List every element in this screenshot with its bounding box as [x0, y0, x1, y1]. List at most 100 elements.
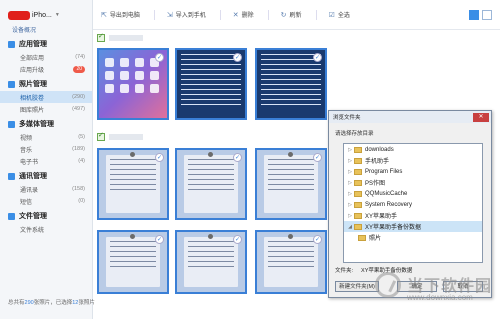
section-label: 通讯管理: [19, 173, 47, 180]
sidebar-item-music[interactable]: 音乐 (189): [0, 143, 92, 155]
refresh-icon: ↻: [280, 11, 287, 19]
photo-thumbnail[interactable]: ✓: [255, 230, 327, 294]
selected-check-icon[interactable]: ✓: [233, 235, 242, 244]
tree-item[interactable]: ▷ PS作图: [344, 177, 482, 188]
selected-check-icon[interactable]: ✓: [155, 153, 164, 162]
photo-icon: [8, 80, 15, 88]
group-checkbox[interactable]: [97, 32, 105, 42]
item-label: 音乐: [20, 147, 33, 154]
section-header-files[interactable]: 文件管理: [0, 209, 92, 223]
tree-item[interactable]: ▷ System Recovery: [344, 199, 482, 210]
device-name: iPho...: [32, 11, 52, 19]
photo-thumbnail[interactable]: ✓: [175, 48, 247, 120]
sidebar-item-file-system[interactable]: 文件系统: [0, 223, 92, 235]
dialog-titlebar[interactable]: 浏览文件夹 ✕: [329, 111, 491, 123]
status-text: 张照片: [78, 300, 95, 306]
expand-icon[interactable]: ▷: [346, 180, 354, 186]
folder-icon: [354, 157, 362, 164]
sidebar-item-sms[interactable]: 短信 (0): [0, 195, 92, 207]
sidebar-item-app-updates[interactable]: 应用升级 20: [0, 63, 92, 75]
apps-icon: [8, 40, 15, 48]
section-label: 照片管理: [19, 81, 47, 88]
expand-icon[interactable]: ▷: [346, 147, 354, 153]
expand-icon[interactable]: ▷: [346, 213, 354, 219]
sidebar-item-ebooks[interactable]: 电子书 (4): [0, 155, 92, 167]
item-label: 电子书: [20, 159, 39, 166]
item-label: 短信: [20, 199, 33, 206]
photo-thumbnail[interactable]: ✓: [255, 148, 327, 220]
refresh-button[interactable]: ↻ 刷新: [280, 10, 302, 20]
folder-icon: [354, 201, 362, 208]
item-count: (74): [75, 54, 85, 60]
folder-icon: [354, 179, 362, 186]
close-icon[interactable]: ✕: [473, 112, 489, 122]
photo-thumbnail[interactable]: ✓: [97, 230, 169, 294]
new-folder-button[interactable]: 新建文件夹(M): [335, 281, 379, 292]
section-apps: 应用管理 全部应用 (74) 应用升级 20: [0, 37, 92, 75]
photo-thumbnail[interactable]: ✓: [97, 148, 169, 220]
folder-label: 文件夹:: [335, 268, 354, 274]
section-media: 多媒体管理 视频 (5) 音乐 (189) 电子书 (4): [0, 117, 92, 167]
tree-item[interactable]: ▷ Program Files: [344, 166, 482, 177]
item-count: (5): [78, 134, 85, 140]
sidebar-item-photo-library[interactable]: 图库照片 (497): [0, 103, 92, 115]
folder-icon: [8, 212, 15, 220]
folder-icon: [354, 146, 362, 153]
tree-item[interactable]: ▷ XY苹果助手: [344, 210, 482, 221]
homescreen-apps: [105, 58, 161, 93]
selected-check-icon[interactable]: ✓: [155, 53, 164, 62]
sidebar-item-video[interactable]: 视频 (5): [0, 131, 92, 143]
list-view-button[interactable]: [482, 10, 492, 20]
group-date-placeholder: [109, 134, 143, 140]
selected-check-icon[interactable]: ✓: [155, 235, 164, 244]
expand-icon[interactable]: ▷: [346, 158, 354, 164]
sidebar: iPho... ▼ 设备概况 应用管理 全部应用 (74) 应用升级 20 照片…: [0, 0, 93, 319]
refresh-label: 刷新: [289, 13, 302, 19]
delete-label: 删除: [241, 13, 254, 19]
selected-check-icon[interactable]: ✓: [313, 53, 322, 62]
selected-check-icon[interactable]: ✓: [313, 235, 322, 244]
section-header-contacts[interactable]: 通讯管理: [0, 169, 92, 183]
folder-icon: [354, 190, 362, 197]
item-label: 相机胶卷: [20, 95, 45, 102]
selected-check-icon[interactable]: ✓: [233, 153, 242, 162]
photo-thumbnail[interactable]: ✓: [97, 48, 169, 120]
section-header-apps[interactable]: 应用管理: [0, 37, 92, 51]
update-badge: 20: [73, 65, 85, 73]
sidebar-item-camera-roll[interactable]: 相机胶卷 (290): [0, 91, 92, 103]
tree-item-label: System Recovery: [365, 201, 413, 208]
photo-thumbnail[interactable]: ✓: [175, 148, 247, 220]
folder-tree[interactable]: ▷ downloads ▷ 手机助手 ▷ Program Files ▷ PS作图 ▷ Q…: [343, 143, 483, 263]
tree-item[interactable]: ▷ QQMusicCache: [344, 188, 482, 199]
tree-item[interactable]: 照片: [344, 232, 482, 243]
device-name-redaction: [8, 10, 30, 20]
delete-button[interactable]: ✕ 删除: [232, 10, 254, 20]
photo-thumbnail[interactable]: ✓: [255, 48, 327, 120]
expand-icon[interactable]: ▷: [346, 169, 354, 175]
import-button[interactable]: ⇲ 导入到手机: [167, 10, 206, 20]
selected-check-icon[interactable]: ✓: [313, 153, 322, 162]
export-button[interactable]: ⇱ 导出到电脑: [101, 10, 140, 20]
select-all-button[interactable]: ☑ 全选: [329, 10, 350, 20]
tree-item[interactable]: ▷ 手机助手: [344, 155, 482, 166]
chevron-down-icon[interactable]: ▼: [55, 12, 60, 18]
sidebar-item-device-info[interactable]: 设备概况: [0, 25, 92, 37]
expand-icon[interactable]: ▷: [346, 191, 354, 197]
group-checkbox[interactable]: [97, 131, 105, 141]
logo-icon: [375, 272, 401, 298]
tree-item[interactable]: ▷ downloads: [344, 144, 482, 155]
tree-item-selected[interactable]: ◢ XY苹果助手备份数据: [344, 221, 482, 232]
photo-thumbnail[interactable]: ✓: [175, 230, 247, 294]
sidebar-item-address-book[interactable]: 通讯录 (158): [0, 183, 92, 195]
section-label: 应用管理: [19, 41, 47, 48]
collapse-icon[interactable]: ◢: [346, 224, 354, 230]
expand-icon[interactable]: ▷: [346, 202, 354, 208]
sidebar-item-all-apps[interactable]: 全部应用 (74): [0, 51, 92, 63]
grid-view-button[interactable]: [469, 10, 479, 20]
delete-icon: ✕: [232, 11, 239, 19]
section-header-photos[interactable]: 照片管理: [0, 77, 92, 91]
item-label: 视频: [20, 135, 33, 142]
selected-check-icon[interactable]: ✓: [233, 53, 242, 62]
tree-item-label: downloads: [365, 146, 394, 153]
section-header-media[interactable]: 多媒体管理: [0, 117, 92, 131]
